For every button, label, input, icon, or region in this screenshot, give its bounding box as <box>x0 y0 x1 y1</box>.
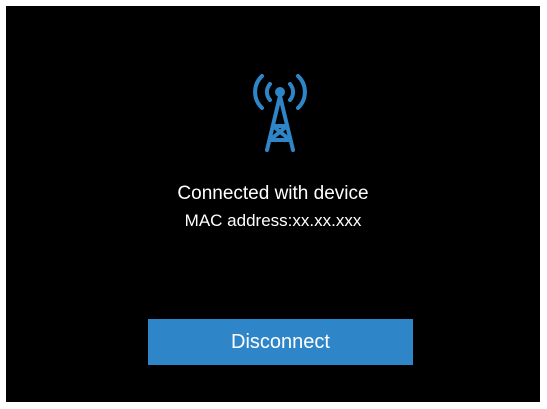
mac-address-text: MAC address:xx.xx.xxx <box>184 211 362 230</box>
connection-status-text: Connected with device <box>177 183 369 204</box>
antenna-signal-icon <box>253 74 307 152</box>
device-connection-screen: Connected with device MAC address:xx.xx.… <box>6 6 540 402</box>
disconnect-button[interactable]: Disconnect <box>148 319 413 365</box>
